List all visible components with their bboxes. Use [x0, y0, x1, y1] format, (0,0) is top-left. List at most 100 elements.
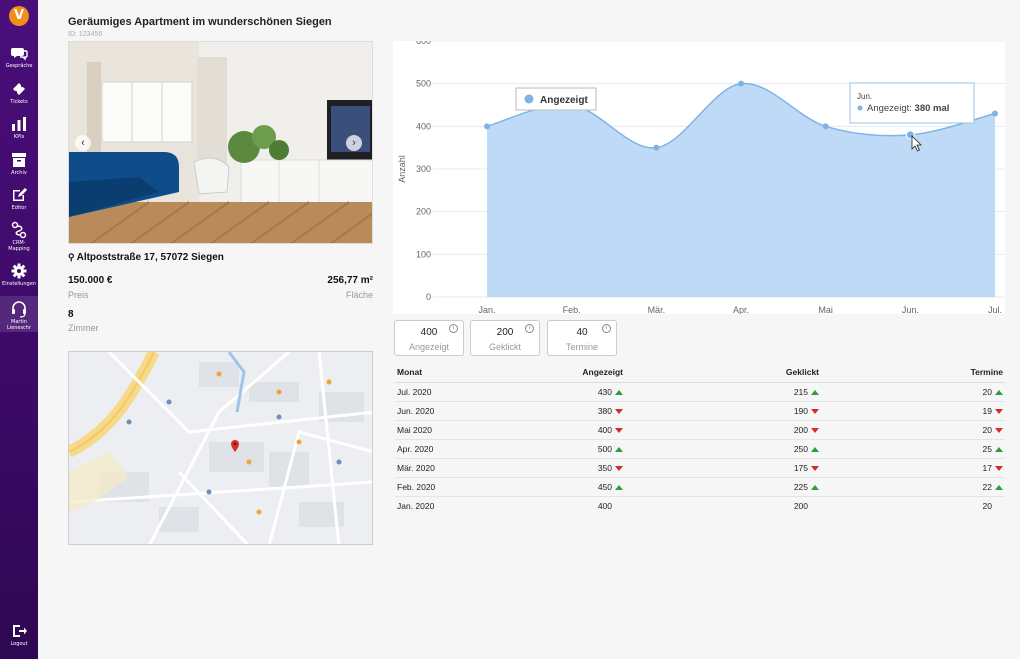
location-map[interactable]	[68, 351, 373, 545]
legend-swatch	[524, 94, 534, 104]
y-tick-label: 200	[416, 207, 431, 217]
sidebar-item-einstellungen[interactable]: Einstellungen	[0, 262, 38, 287]
kpi-angezeigt[interactable]: i 400 Angezeigt	[394, 320, 464, 356]
cell-value: 400	[597, 424, 612, 435]
listing-id: ID: 123456	[68, 31, 103, 38]
table-cell-dates: 22	[821, 477, 1005, 497]
sidebar-item-user[interactable]: Martin Lieneschr	[0, 296, 38, 332]
table-row: Jun. 2020 380 190 19	[395, 401, 1005, 421]
sidebar-item-tickets[interactable]: Tickets	[0, 80, 38, 105]
x-tick-label: Jul.	[988, 305, 1002, 314]
cell-value: Mai 2020	[397, 424, 432, 435]
cell-value: 22	[982, 481, 992, 492]
trend-up-icon	[811, 484, 819, 490]
y-axis-label: Anzahl	[397, 155, 407, 183]
table-cell-clicked: 200	[625, 420, 821, 440]
info-icon[interactable]: i	[602, 324, 611, 333]
sidebar-item-label: Gespräche	[5, 63, 33, 69]
ticket-icon	[13, 83, 25, 95]
kpi-label: Geklickt	[488, 342, 521, 352]
info-icon[interactable]: i	[449, 324, 458, 333]
table-cell-dates: 20	[821, 496, 1005, 515]
kpi-label: Angezeigt	[408, 342, 450, 352]
sidebar-item-label: Einstellungen	[2, 281, 36, 287]
table-cell-month: Jun. 2020	[395, 401, 465, 421]
data-point[interactable]	[822, 123, 829, 130]
table-cell-clicked: 190	[625, 401, 821, 421]
x-tick-label: Jun.	[902, 305, 919, 314]
brand-logo[interactable]: V	[9, 6, 29, 26]
table-cell-clicked: 215	[625, 382, 821, 402]
price-value: 150.000 €	[68, 275, 113, 286]
table-cell-dates: 20	[821, 382, 1005, 402]
sidebar-item-archiv[interactable]: Archiv	[0, 151, 38, 176]
kpi-termine[interactable]: i 40 Termine	[547, 320, 617, 356]
data-point[interactable]	[738, 80, 744, 87]
photo-prev-button[interactable]: ‹	[75, 135, 91, 151]
cell-value: 17	[982, 462, 992, 473]
cell-value: Jan. 2020	[397, 500, 435, 511]
trend-down-icon	[995, 465, 1003, 471]
apartment-photo	[69, 42, 372, 243]
logout-label: Logout	[10, 641, 28, 647]
col-header-clicked[interactable]: Geklickt	[625, 363, 821, 383]
cell-value: Mär. 2020	[397, 462, 435, 473]
views-area-chart[interactable]: 0 100 200 300 400 500 600 Anzahl Jan. Feb. Mär. Apr…	[393, 36, 1005, 315]
data-point[interactable]	[992, 110, 998, 117]
photo-next-button[interactable]: ›	[346, 135, 362, 151]
chevron-left-icon: ‹	[81, 137, 85, 149]
tooltip-label: Angezeigt: 380 mal	[867, 103, 949, 114]
cell-value: Feb. 2020	[397, 481, 436, 492]
table-cell-clicked: 225	[625, 477, 821, 497]
page-title: Geräumiges Apartment im wunderschönen Si…	[68, 16, 332, 28]
cell-value: 450	[597, 481, 612, 492]
data-point[interactable]	[653, 144, 660, 151]
col-header-month[interactable]: Monat	[395, 363, 465, 383]
trend-up-icon	[615, 484, 623, 490]
x-tick-label: Mai	[818, 305, 833, 314]
trend-up-icon	[811, 389, 819, 395]
table-row: Jan. 2020 400 200 20	[395, 496, 1005, 515]
sidebar-item-editor[interactable]: Editor	[0, 186, 38, 211]
cell-value: Jun. 2020	[397, 405, 435, 416]
trend-down-icon	[615, 427, 623, 433]
trend-up-icon	[995, 446, 1003, 452]
info-icon[interactable]: i	[525, 324, 534, 333]
cell-value: 250	[793, 443, 808, 454]
table-cell-shown: 450	[465, 477, 625, 497]
table-cell-dates: 19	[821, 401, 1005, 421]
cell-value: Apr. 2020	[397, 443, 434, 454]
table-cell-shown: 400	[465, 496, 625, 515]
table-row: Jul. 2020 430 215 20	[395, 382, 1005, 402]
data-point[interactable]	[484, 123, 490, 130]
monthly-stats-table: Monat Angezeigt Geklickt Termine Jul. 20…	[395, 363, 1005, 515]
table-row: Feb. 2020 450 225 22	[395, 477, 1005, 497]
col-header-dates[interactable]: Termine	[821, 363, 1005, 383]
price-label: Preis	[68, 290, 89, 300]
trend-down-icon	[995, 427, 1003, 433]
x-tick-label: Apr.	[733, 305, 749, 314]
bar-chart-icon	[12, 117, 26, 131]
cell-value: 200	[793, 500, 808, 511]
table-cell-month: Apr. 2020	[395, 439, 465, 459]
sidebar-item-kpis[interactable]: KPIs	[0, 115, 38, 140]
table-cell-shown: 500	[465, 439, 625, 459]
logout-button[interactable]: Logout	[0, 622, 38, 647]
tooltip-title: Jun.	[857, 92, 872, 101]
kpi-geklickt[interactable]: i 200 Geklickt	[470, 320, 540, 356]
x-tick-label: Jan.	[478, 305, 495, 314]
col-header-shown[interactable]: Angezeigt	[465, 363, 625, 383]
cell-value: 20	[982, 386, 992, 397]
sidebar-item-label: Archiv	[11, 170, 27, 176]
sidebar-item-gespraeche[interactable]: Gespräche	[0, 44, 38, 69]
cell-value: 19	[982, 405, 992, 416]
map-pin-icon: ⚲	[68, 252, 75, 262]
area-label: Fläche	[345, 290, 373, 300]
sidebar-item-crm-mapping[interactable]: CRM- Mapping	[0, 221, 38, 252]
sidebar-item-label: Editor	[11, 205, 27, 211]
table-cell-month: Mai 2020	[395, 420, 465, 440]
headset-icon	[12, 301, 26, 318]
trend-up-icon	[995, 389, 1003, 395]
x-tick-label: Mär.	[648, 305, 666, 314]
table-cell-month: Mär. 2020	[395, 458, 465, 478]
